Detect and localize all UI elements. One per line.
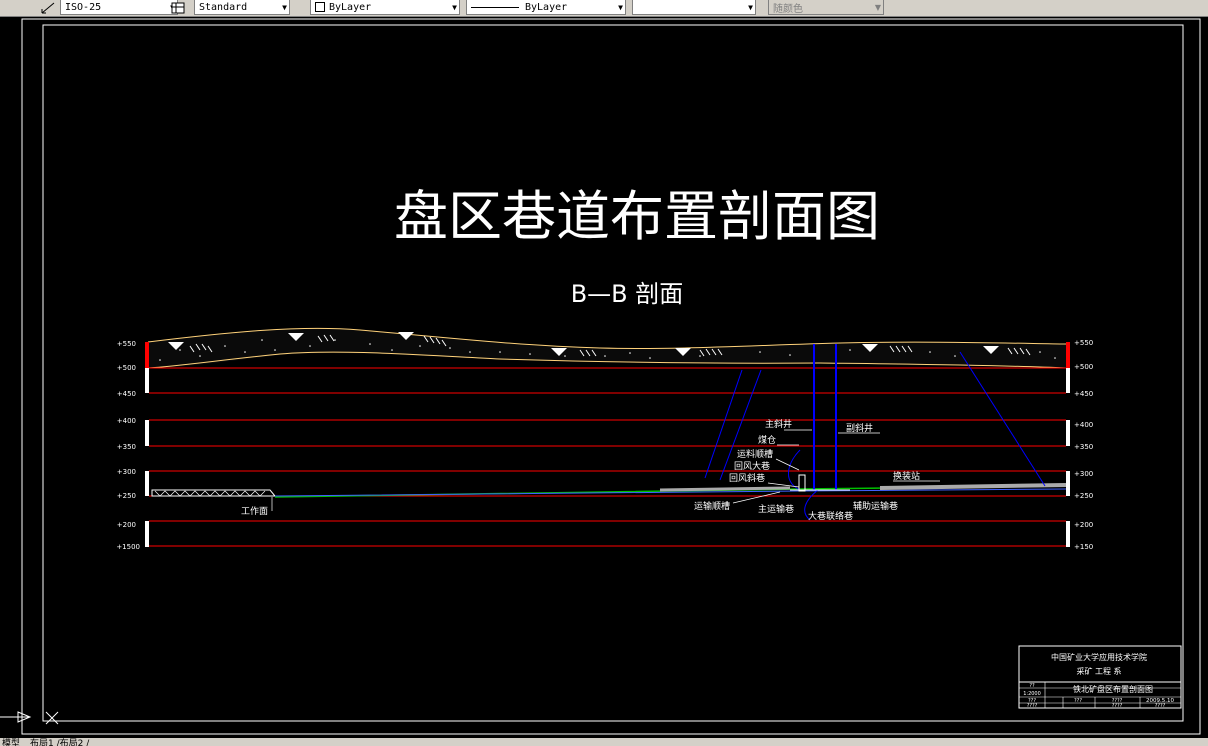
layout-tabs-bar: 模型 布局1 /布局2 / (0, 738, 1208, 746)
elev-left-550: +550 (117, 340, 136, 348)
tb-institution: 中国矿业大学应用技术学院 (1051, 652, 1147, 662)
tb-code-a: ?? (1029, 683, 1035, 689)
label-haul-chute: 运料顺槽 (737, 448, 773, 460)
linetype-value: ByLayer (525, 1, 568, 13)
left-elevation-labels: +550 +500 +450 +400 +350 +300 +250 +200 … (116, 340, 140, 551)
transfer-roadway (879, 483, 1067, 490)
elev-right-500: +500 (1074, 363, 1093, 371)
properties-toolbar: ISO-25 ▼ Standard ▼ ByLayer ▼ ByLayer ▼ … (0, 0, 1208, 17)
label-return-incline: 回风斜巷 (729, 472, 765, 484)
shafts (813, 344, 837, 490)
elev-left-400: +400 (117, 417, 136, 425)
chevron-down-icon[interactable]: ▼ (618, 3, 623, 12)
drawing-subtitle: B—B 剖面 (571, 280, 684, 308)
lineweight-control: ▼ (632, 0, 756, 15)
dimstyle-control: ISO-25 ▼ (40, 0, 178, 15)
tb-department: 采矿 工程 系 (1076, 666, 1121, 676)
right-scale-bar (1066, 342, 1070, 547)
chevron-down-icon[interactable]: ▼ (875, 3, 881, 12)
label-coal-bin: 煤仓 (758, 434, 776, 446)
working-face-hatch (154, 490, 266, 497)
tb-code-c: ???? (1027, 703, 1038, 709)
tb-rev-b: ???? (1112, 703, 1123, 709)
dimension-style-icon[interactable] (40, 1, 56, 15)
elev-left-200: +200 (117, 521, 136, 529)
chevron-down-icon[interactable]: ▼ (282, 3, 287, 12)
ucs-icon (0, 711, 59, 725)
plotstyle-select[interactable]: 随颜色 ▼ (768, 0, 884, 15)
title-block: 中国矿业大学应用技术学院 采矿 工程 系 铁北矿盘区布置剖面图 ?? 1:200… (1018, 645, 1182, 709)
label-aux-haulage: 辅助运输巷 (853, 500, 898, 512)
sheet-inner-border (42, 24, 1184, 722)
dimstyle-value: ISO-25 (65, 1, 102, 13)
elevation-lines (148, 367, 1066, 547)
label-big-connect: 大巷联络巷 (808, 510, 853, 522)
tb-scale: 1:2000 (1023, 691, 1041, 697)
label-return-roadway: 回风大巷 (734, 460, 770, 472)
plotstyle-value: 随颜色 (773, 3, 803, 15)
elev-right-400: +400 (1074, 421, 1093, 429)
linetype-sample (471, 6, 519, 8)
elev-left-350: +350 (117, 443, 136, 451)
sheet-outer-border (21, 18, 1201, 735)
tb-rev-c: ???? (1155, 703, 1166, 709)
linetype-control: ByLayer ▼ (466, 0, 626, 15)
label-transfer-station: 换装站 (893, 470, 920, 482)
chevron-down-icon[interactable]: ▼ (748, 3, 753, 12)
label-main-shaft: 主斜井 (765, 418, 792, 430)
drawing-title: 盘区巷道布置剖面图 (394, 185, 880, 248)
elev-right-450: +450 (1074, 390, 1093, 398)
elev-right-350: +350 (1074, 443, 1093, 451)
elev-left-1500: +1500 (116, 543, 140, 551)
model-space-canvas[interactable]: 盘区巷道布置剖面图 B—B 剖面 +550 +500 +450 +400 +35… (0, 16, 1208, 738)
plotstyle-control: 随颜色 ▼ (768, 0, 884, 15)
tb-code-b2: ??? (1074, 698, 1082, 704)
elev-right-200: +200 (1074, 521, 1093, 529)
inclined-drifts (704, 351, 1046, 521)
elev-left-450: +450 (117, 390, 136, 398)
tab-model[interactable]: 模型 (2, 738, 20, 746)
color-swatch (315, 2, 325, 12)
lineweight-select[interactable]: ▼ (632, 0, 756, 15)
label-main-haulage: 主运输巷 (758, 503, 794, 515)
tab-layouts[interactable]: 布局1 /布局2 / (30, 738, 89, 746)
elev-left-250: +250 (117, 492, 136, 500)
tablestyle-value: Standard (199, 1, 248, 13)
label-transport-chute: 运输顺槽 (694, 500, 730, 512)
linetype-select[interactable]: ByLayer ▼ (466, 0, 626, 15)
chevron-down-icon[interactable]: ▼ (452, 3, 457, 12)
right-elevation-labels: +550 +500 +450 +400 +350 +300 +250 +200 … (1074, 339, 1093, 551)
tablestyle-select[interactable]: Standard ▼ (194, 0, 290, 15)
dimstyle-select[interactable]: ISO-25 ▼ (60, 0, 178, 15)
elev-left-300: +300 (117, 468, 136, 476)
annotation-labels: 主斜井 副斜井 煤仓 运料顺槽 回风大巷 回风斜巷 运输顺槽 主运输巷 大巷联络… (241, 418, 920, 522)
label-aux-shaft: 副斜井 (846, 422, 873, 434)
elev-right-550: +550 (1074, 339, 1093, 347)
left-scale-bar (145, 342, 149, 547)
tablestyle-control: Standard ▼ (170, 0, 290, 15)
elev-right-300: +300 (1074, 470, 1093, 478)
color-select[interactable]: ByLayer ▼ (310, 0, 460, 15)
haulage-gate (659, 486, 791, 492)
color-value: ByLayer (329, 1, 372, 13)
table-style-icon[interactable] (170, 1, 186, 15)
tb-drawing-name: 铁北矿盘区布置剖面图 (1073, 684, 1153, 694)
elev-left-500: +500 (117, 364, 136, 372)
label-working-face: 工作面 (241, 505, 268, 517)
layer-control: ByLayer ▼ (310, 0, 460, 15)
elev-right-250: +250 (1074, 492, 1093, 500)
elev-right-150: +150 (1074, 543, 1093, 551)
